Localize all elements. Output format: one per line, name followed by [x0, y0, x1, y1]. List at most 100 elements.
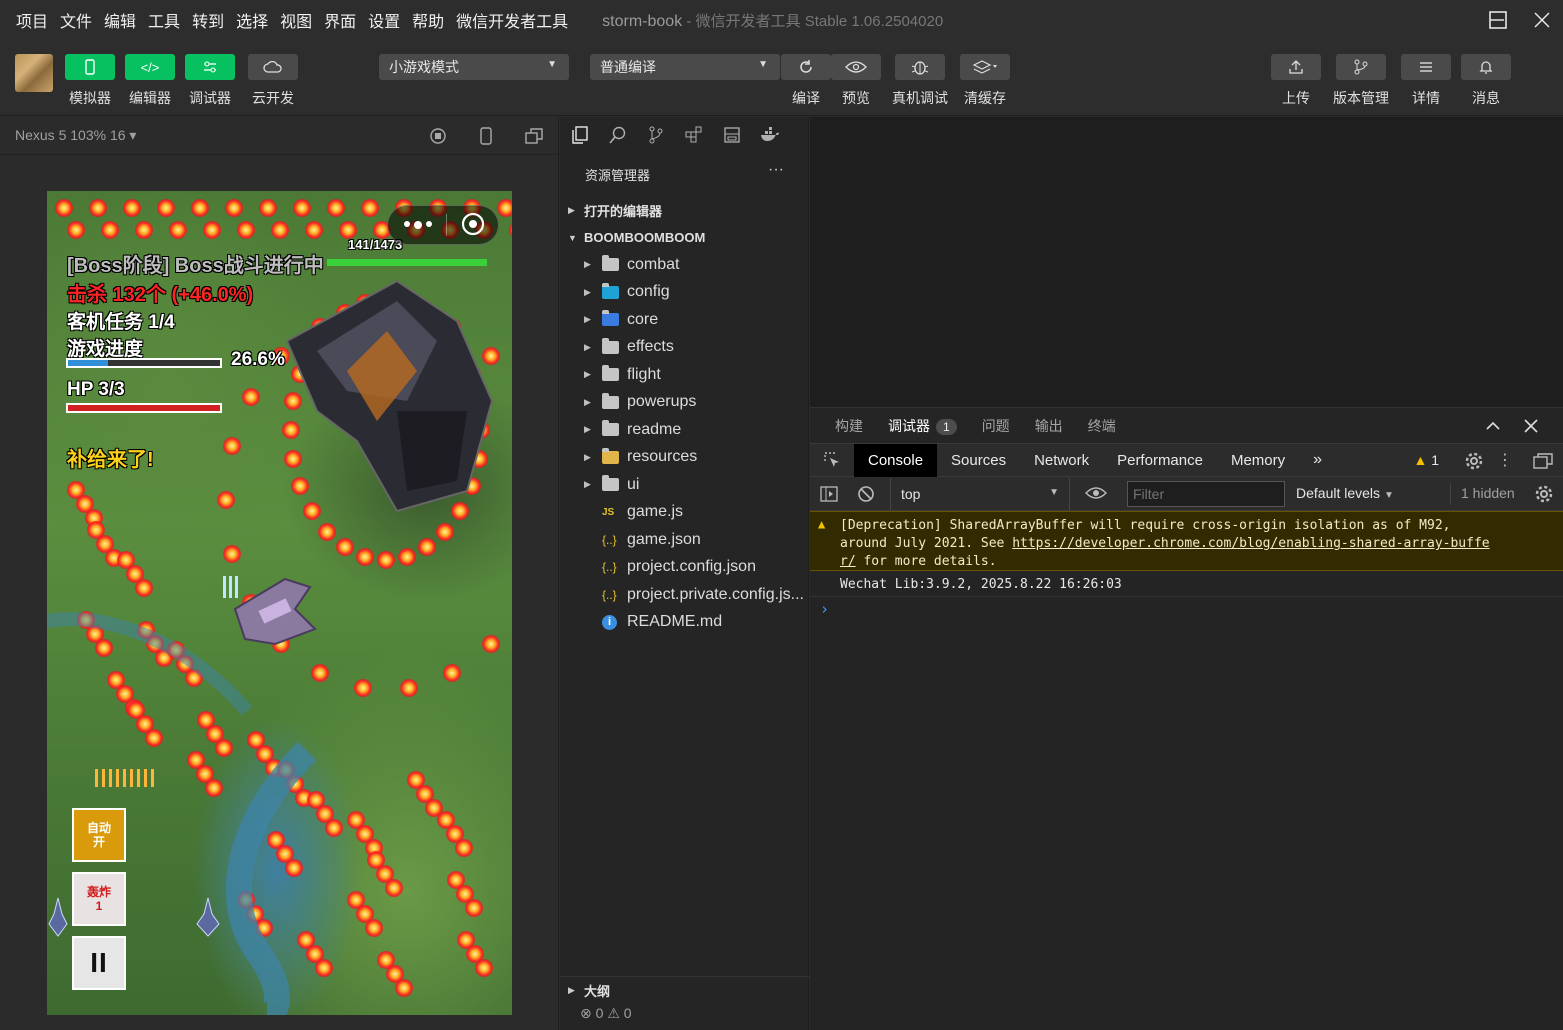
warning-counter[interactable]: ▲ 1: [1413, 452, 1439, 468]
file-name: project.private.config.js...: [627, 585, 804, 603]
close-icon[interactable]: [1519, 0, 1563, 40]
tab-console[interactable]: Console: [854, 443, 938, 477]
tab-performance[interactable]: Performance: [1103, 444, 1217, 477]
warning-link[interactable]: https://developer.chrome.com/blog/enabli…: [1012, 536, 1489, 551]
folder-name: resources: [627, 448, 698, 465]
hp-bar: [66, 403, 222, 413]
menu-interface[interactable]: 界面: [324, 8, 356, 32]
menu-tools[interactable]: 工具: [148, 8, 180, 32]
file-item[interactable]: {..} project.config.json: [560, 554, 809, 581]
file-item[interactable]: i README.md: [560, 609, 809, 636]
tab-memory[interactable]: Memory: [1217, 444, 1299, 477]
outline-section[interactable]: ▶ 大纲: [560, 976, 809, 1003]
messages-label: 消息: [1472, 90, 1500, 106]
progress-label: 游戏进度: [67, 339, 144, 360]
menu-select[interactable]: 选择: [236, 8, 268, 32]
exit-target-icon[interactable]: [461, 212, 485, 239]
device-select[interactable]: Nexus 5 103% 16 ▾: [15, 127, 136, 144]
files-icon[interactable]: [570, 125, 590, 145]
warning-link-cont[interactable]: r/: [840, 554, 856, 569]
menu-settings[interactable]: 设置: [368, 8, 400, 32]
folder-item[interactable]: ▶ config: [560, 279, 809, 306]
messages-button[interactable]: 消息: [1461, 54, 1511, 106]
menu-goto[interactable]: 转到: [192, 8, 224, 32]
real-debug-button[interactable]: 真机调试: [892, 54, 948, 106]
project-section[interactable]: ▼ BOOMBOOMBOOM: [560, 224, 809, 251]
console-prompt[interactable]: ›: [820, 600, 829, 618]
inspect-element-icon[interactable]: [810, 444, 854, 477]
restore-icon[interactable]: [1475, 0, 1521, 40]
upload-button[interactable]: 上传: [1271, 54, 1321, 106]
folder-item[interactable]: ▶ readme: [560, 416, 809, 443]
tab-sources[interactable]: Sources: [937, 444, 1020, 477]
close-panel-icon[interactable]: [1523, 418, 1539, 437]
chevron-up-icon[interactable]: [1485, 418, 1501, 437]
menu-edit[interactable]: 编辑: [104, 8, 136, 32]
phone-rotate-icon[interactable]: [476, 126, 496, 146]
menu-view[interactable]: 视图: [280, 8, 312, 32]
mode-select[interactable]: 小游戏模式 ▼: [379, 54, 569, 80]
file-item[interactable]: {..} game.json: [560, 526, 809, 553]
menu-project[interactable]: 项目: [16, 8, 48, 32]
real-debug-label: 真机调试: [892, 90, 948, 106]
live-expression-eye-icon[interactable]: [1085, 485, 1107, 504]
search-icon[interactable]: [608, 125, 628, 145]
menu-wechat-devtools[interactable]: 微信开发者工具: [456, 8, 568, 32]
boss-hp-bar: [327, 259, 487, 266]
tab-output[interactable]: 输出: [1035, 416, 1063, 436]
tab-network[interactable]: Network: [1020, 444, 1103, 477]
preview-button[interactable]: 预览: [831, 54, 881, 106]
console-filter-bar: top ▼ Default levels ▼ 1 hidden: [810, 477, 1563, 511]
folder-item[interactable]: ▶ combat: [560, 251, 809, 278]
folder-item[interactable]: ▶ effects: [560, 334, 809, 361]
version-button[interactable]: 版本管理: [1333, 54, 1389, 106]
docker-icon[interactable]: [760, 125, 780, 145]
compile-mode-select[interactable]: 普通编译 ▼: [590, 54, 780, 80]
more-tabs-icon[interactable]: »: [1299, 444, 1336, 477]
context-select[interactable]: top ▼: [890, 478, 1070, 510]
game-canvas[interactable]: 141/1473 [Boss阶段] Boss战斗进行中 击杀 132个 (+46…: [47, 191, 512, 1015]
folder-item[interactable]: ▶ powerups: [560, 389, 809, 416]
tab-problems[interactable]: 问题: [982, 416, 1010, 436]
problems-status[interactable]: ⊗ 0 ⚠ 0: [580, 1005, 632, 1022]
log-levels-select[interactable]: Default levels ▼: [1296, 485, 1394, 501]
console-settings-icon[interactable]: [1535, 485, 1553, 506]
file-item[interactable]: JS game.js: [560, 499, 809, 526]
folder-item[interactable]: ▶ resources: [560, 444, 809, 471]
storage-icon[interactable]: [722, 125, 742, 145]
pause-button[interactable]: II: [72, 936, 126, 990]
settings-gear-icon[interactable]: [1465, 452, 1483, 473]
menu-help[interactable]: 帮助: [412, 8, 444, 32]
cloud-button[interactable]: 云开发: [248, 54, 298, 106]
folder-item[interactable]: ▶ core: [560, 306, 809, 333]
folder-item[interactable]: ▶ flight: [560, 361, 809, 388]
source-control-icon[interactable]: [646, 125, 666, 145]
details-button[interactable]: 详情: [1401, 54, 1451, 106]
clear-cache-button[interactable]: 清缓存: [960, 54, 1010, 106]
tab-build[interactable]: 构建: [835, 416, 863, 436]
bomb-button[interactable]: 轰炸 1: [72, 872, 126, 926]
tab-debugger[interactable]: 调试器 1: [888, 416, 957, 447]
record-icon[interactable]: [428, 126, 448, 146]
detach-window-icon[interactable]: [524, 126, 544, 146]
avatar[interactable]: [15, 54, 53, 92]
file-item[interactable]: {..} project.private.config.js...: [560, 581, 809, 608]
more-icon[interactable]: [404, 221, 432, 229]
console-filter-input[interactable]: [1127, 481, 1285, 507]
kebab-menu-icon[interactable]: ⋮: [1497, 450, 1513, 470]
sidebar-toggle-icon[interactable]: [820, 485, 838, 506]
open-editors-section[interactable]: ▶ 打开的编辑器: [560, 197, 809, 224]
more-actions-icon[interactable]: ···: [768, 161, 784, 179]
folder-item[interactable]: ▶ ui: [560, 471, 809, 498]
editor-button[interactable]: </> 编辑器: [125, 54, 175, 106]
dock-icon[interactable]: [1533, 452, 1553, 473]
menu-file[interactable]: 文件: [60, 8, 92, 32]
simulator-button[interactable]: 模拟器: [65, 54, 115, 106]
auto-fire-button[interactable]: 自动 开: [72, 808, 126, 862]
simulator-controls: [428, 126, 544, 146]
tab-terminal[interactable]: 终端: [1088, 416, 1116, 436]
extensions-icon[interactable]: [684, 125, 704, 145]
compile-button[interactable]: 编译: [781, 54, 831, 106]
clear-console-icon[interactable]: [857, 485, 875, 506]
debugger-button[interactable]: 调试器: [185, 54, 235, 106]
